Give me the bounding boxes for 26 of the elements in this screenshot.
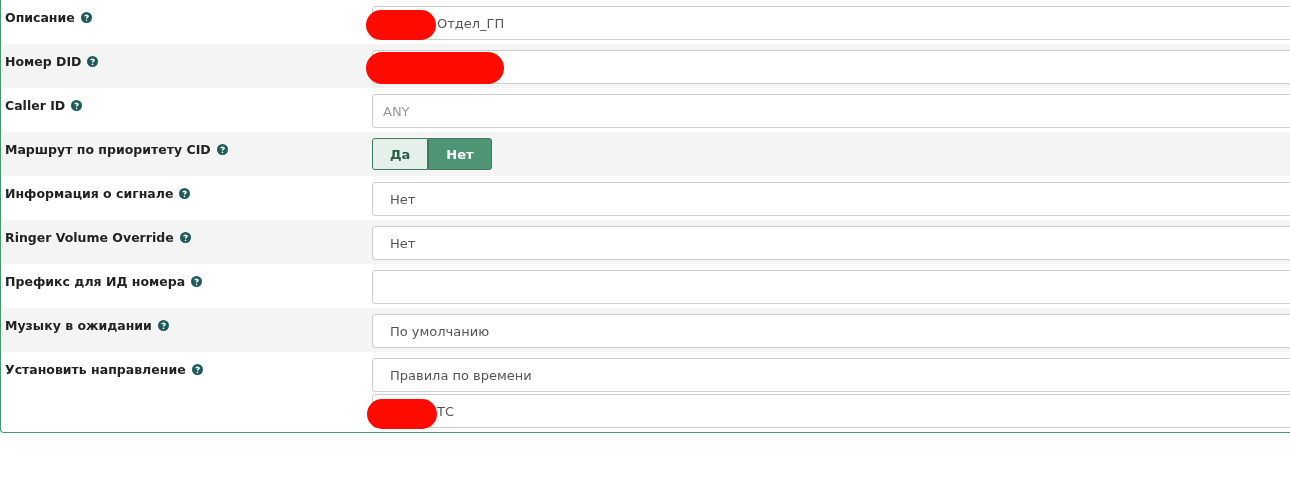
help-icon[interactable] xyxy=(179,232,191,243)
select-field[interactable]: По умолчанию xyxy=(372,314,1290,348)
help-icon[interactable] xyxy=(87,56,99,67)
help-icon[interactable] xyxy=(157,320,169,331)
field-label: Маршрут по приоритету CID xyxy=(5,142,211,157)
help-icon[interactable] xyxy=(216,144,228,155)
field-label: Установить направление xyxy=(5,362,186,377)
help-icon[interactable] xyxy=(191,364,203,375)
help-icon[interactable] xyxy=(179,188,191,199)
select-field[interactable]: Нет xyxy=(372,182,1290,216)
help-icon[interactable] xyxy=(80,12,92,23)
help-icon[interactable] xyxy=(191,276,203,287)
field-label: Ringer Volume Override xyxy=(5,230,174,245)
field-label: Информация о сигнале xyxy=(5,186,174,201)
select-field[interactable]: Правила по времени xyxy=(372,358,1290,392)
text-field[interactable]: ANY xyxy=(372,94,1290,128)
select-field[interactable]: Нет xyxy=(372,226,1290,260)
help-icon[interactable] xyxy=(71,100,83,111)
field-label: Префикс для ИД номера xyxy=(5,274,186,289)
text-field[interactable] xyxy=(372,270,1290,304)
field-label: Номер DID xyxy=(5,54,82,69)
toggle-option[interactable]: Да xyxy=(372,138,429,170)
toggle-option[interactable]: Нет xyxy=(428,138,492,170)
field-label: Caller ID xyxy=(5,98,66,113)
field-label: Музыку в ожидании xyxy=(5,318,152,333)
field-label: Описание xyxy=(5,10,75,25)
